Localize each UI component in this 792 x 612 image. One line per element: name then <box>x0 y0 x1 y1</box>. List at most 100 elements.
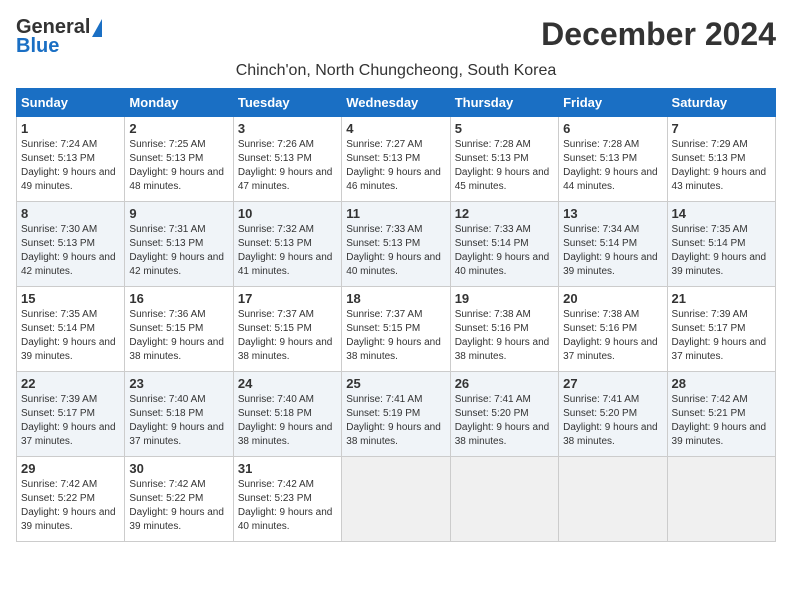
table-cell: 10 Sunrise: 7:32 AM Sunset: 5:13 PM Dayli… <box>233 202 341 287</box>
day-number: 28 <box>672 376 771 391</box>
day-info: Sunrise: 7:38 AM Sunset: 5:16 PM Dayligh… <box>563 308 662 364</box>
day-number: 5 <box>455 121 554 136</box>
day-info: Sunrise: 7:42 AM Sunset: 5:22 PM Dayligh… <box>21 478 120 534</box>
day-info: Sunrise: 7:31 AM Sunset: 5:13 PM Dayligh… <box>129 223 228 279</box>
day-number: 30 <box>129 461 228 476</box>
day-number: 2 <box>129 121 228 136</box>
day-info: Sunrise: 7:30 AM Sunset: 5:13 PM Dayligh… <box>21 223 120 279</box>
table-cell: 2 Sunrise: 7:25 AM Sunset: 5:13 PM Daylig… <box>125 117 233 202</box>
day-info: Sunrise: 7:39 AM Sunset: 5:17 PM Dayligh… <box>21 393 120 449</box>
day-info: Sunrise: 7:39 AM Sunset: 5:17 PM Dayligh… <box>672 308 771 364</box>
table-cell: 15 Sunrise: 7:35 AM Sunset: 5:14 PM Dayli… <box>17 287 125 372</box>
day-number: 10 <box>238 206 337 221</box>
day-number: 16 <box>129 291 228 306</box>
day-number: 12 <box>455 206 554 221</box>
day-info: Sunrise: 7:28 AM Sunset: 5:13 PM Dayligh… <box>563 138 662 194</box>
day-number: 1 <box>21 121 120 136</box>
table-cell: 14 Sunrise: 7:35 AM Sunset: 5:14 PM Dayli… <box>667 202 775 287</box>
header-wednesday: Wednesday <box>342 89 450 117</box>
day-number: 18 <box>346 291 445 306</box>
day-number: 13 <box>563 206 662 221</box>
table-cell: 5 Sunrise: 7:28 AM Sunset: 5:13 PM Daylig… <box>450 117 558 202</box>
day-info: Sunrise: 7:29 AM Sunset: 5:13 PM Dayligh… <box>672 138 771 194</box>
day-number: 11 <box>346 206 445 221</box>
day-number: 21 <box>672 291 771 306</box>
table-cell: 1 Sunrise: 7:24 AM Sunset: 5:13 PM Daylig… <box>17 117 125 202</box>
day-info: Sunrise: 7:37 AM Sunset: 5:15 PM Dayligh… <box>346 308 445 364</box>
week-row-4: 22 Sunrise: 7:39 AM Sunset: 5:17 PM Dayli… <box>17 372 776 457</box>
table-cell: 24Sunrise: 7:40 AM Sunset: 5:18 PM Dayli… <box>233 372 341 457</box>
day-info: Sunrise: 7:36 AM Sunset: 5:15 PM Dayligh… <box>129 308 228 364</box>
day-number: 7 <box>672 121 771 136</box>
week-row-5: 29Sunrise: 7:42 AM Sunset: 5:22 PM Dayli… <box>17 457 776 542</box>
table-cell: 20 Sunrise: 7:38 AM Sunset: 5:16 PM Dayli… <box>559 287 667 372</box>
day-number: 14 <box>672 206 771 221</box>
day-info: Sunrise: 7:27 AM Sunset: 5:13 PM Dayligh… <box>346 138 445 194</box>
table-cell: 7 Sunrise: 7:29 AM Sunset: 5:13 PM Daylig… <box>667 117 775 202</box>
week-row-2: 8 Sunrise: 7:30 AM Sunset: 5:13 PM Daylig… <box>17 202 776 287</box>
table-cell <box>559 457 667 542</box>
day-number: 15 <box>21 291 120 306</box>
day-info: Sunrise: 7:40 AM Sunset: 5:18 PM Dayligh… <box>129 393 228 449</box>
day-number: 4 <box>346 121 445 136</box>
table-cell: 3 Sunrise: 7:26 AM Sunset: 5:13 PM Daylig… <box>233 117 341 202</box>
table-cell: 9 Sunrise: 7:31 AM Sunset: 5:13 PM Daylig… <box>125 202 233 287</box>
day-number: 17 <box>238 291 337 306</box>
table-cell: 28 Sunrise: 7:42 AM Sunset: 5:21 PM Dayli… <box>667 372 775 457</box>
month-title: December 2024 <box>541 16 776 53</box>
logo: General Blue <box>16 16 102 58</box>
weekday-header-row: Sunday Monday Tuesday Wednesday Thursday… <box>17 89 776 117</box>
day-number: 22 <box>21 376 120 391</box>
table-cell: 23Sunrise: 7:40 AM Sunset: 5:18 PM Dayli… <box>125 372 233 457</box>
table-cell: 8 Sunrise: 7:30 AM Sunset: 5:13 PM Daylig… <box>17 202 125 287</box>
day-info: Sunrise: 7:25 AM Sunset: 5:13 PM Dayligh… <box>129 138 228 194</box>
day-info: Sunrise: 7:41 AM Sunset: 5:19 PM Dayligh… <box>346 393 445 449</box>
table-cell: 4 Sunrise: 7:27 AM Sunset: 5:13 PM Daylig… <box>342 117 450 202</box>
day-number: 6 <box>563 121 662 136</box>
table-cell: 6 Sunrise: 7:28 AM Sunset: 5:13 PM Daylig… <box>559 117 667 202</box>
day-info: Sunrise: 7:35 AM Sunset: 5:14 PM Dayligh… <box>672 223 771 279</box>
table-cell: 25 Sunrise: 7:41 AM Sunset: 5:19 PM Dayli… <box>342 372 450 457</box>
day-info: Sunrise: 7:28 AM Sunset: 5:13 PM Dayligh… <box>455 138 554 194</box>
day-number: 27 <box>563 376 662 391</box>
day-number: 3 <box>238 121 337 136</box>
day-number: 9 <box>129 206 228 221</box>
week-row-3: 15 Sunrise: 7:35 AM Sunset: 5:14 PM Dayli… <box>17 287 776 372</box>
page-header: General Blue December 2024 <box>16 16 776 58</box>
logo-blue-text: Blue <box>16 35 59 58</box>
header-thursday: Thursday <box>450 89 558 117</box>
header-friday: Friday <box>559 89 667 117</box>
day-number: 25 <box>346 376 445 391</box>
day-info: Sunrise: 7:42 AM Sunset: 5:22 PM Dayligh… <box>129 478 228 534</box>
day-info: Sunrise: 7:26 AM Sunset: 5:13 PM Dayligh… <box>238 138 337 194</box>
table-cell <box>667 457 775 542</box>
day-info: Sunrise: 7:35 AM Sunset: 5:14 PM Dayligh… <box>21 308 120 364</box>
header-tuesday: Tuesday <box>233 89 341 117</box>
day-info: Sunrise: 7:37 AM Sunset: 5:15 PM Dayligh… <box>238 308 337 364</box>
day-number: 8 <box>21 206 120 221</box>
day-info: Sunrise: 7:34 AM Sunset: 5:14 PM Dayligh… <box>563 223 662 279</box>
location-title: Chinch'on, North Chungcheong, South Kore… <box>16 62 776 80</box>
day-info: Sunrise: 7:42 AM Sunset: 5:21 PM Dayligh… <box>672 393 771 449</box>
header-monday: Monday <box>125 89 233 117</box>
day-info: Sunrise: 7:24 AM Sunset: 5:13 PM Dayligh… <box>21 138 120 194</box>
header-saturday: Saturday <box>667 89 775 117</box>
table-cell: 12Sunrise: 7:33 AM Sunset: 5:14 PM Dayli… <box>450 202 558 287</box>
table-cell: 13 Sunrise: 7:34 AM Sunset: 5:14 PM Dayli… <box>559 202 667 287</box>
day-info: Sunrise: 7:38 AM Sunset: 5:16 PM Dayligh… <box>455 308 554 364</box>
table-cell: 27Sunrise: 7:41 AM Sunset: 5:20 PM Dayli… <box>559 372 667 457</box>
day-info: Sunrise: 7:41 AM Sunset: 5:20 PM Dayligh… <box>455 393 554 449</box>
calendar-table: Sunday Monday Tuesday Wednesday Thursday… <box>16 88 776 542</box>
day-info: Sunrise: 7:40 AM Sunset: 5:18 PM Dayligh… <box>238 393 337 449</box>
table-cell: 16 Sunrise: 7:36 AM Sunset: 5:15 PM Dayli… <box>125 287 233 372</box>
table-cell: 30 Sunrise: 7:42 AM Sunset: 5:22 PM Dayli… <box>125 457 233 542</box>
day-info: Sunrise: 7:32 AM Sunset: 5:13 PM Dayligh… <box>238 223 337 279</box>
week-row-1: 1 Sunrise: 7:24 AM Sunset: 5:13 PM Daylig… <box>17 117 776 202</box>
table-cell: 31Sunrise: 7:42 AM Sunset: 5:23 PM Dayli… <box>233 457 341 542</box>
table-cell: 29Sunrise: 7:42 AM Sunset: 5:22 PM Dayli… <box>17 457 125 542</box>
table-cell <box>342 457 450 542</box>
table-cell: 18 Sunrise: 7:37 AM Sunset: 5:15 PM Dayli… <box>342 287 450 372</box>
day-info: Sunrise: 7:33 AM Sunset: 5:13 PM Dayligh… <box>346 223 445 279</box>
day-number: 20 <box>563 291 662 306</box>
table-cell: 11 Sunrise: 7:33 AM Sunset: 5:13 PM Dayli… <box>342 202 450 287</box>
